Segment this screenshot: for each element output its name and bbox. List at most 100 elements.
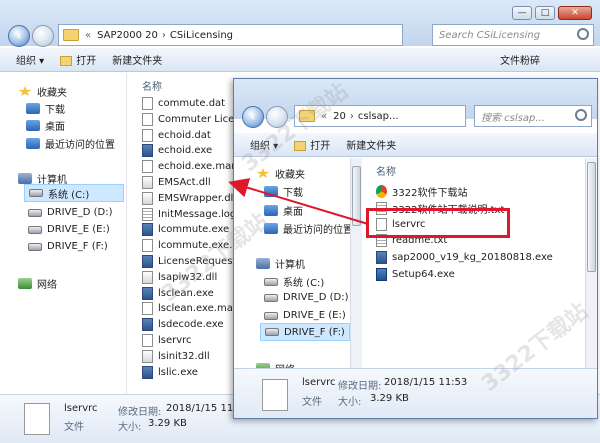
file-icon bbox=[142, 286, 153, 300]
shred-button[interactable]: 文件粉碎 bbox=[500, 52, 540, 67]
file-icon bbox=[142, 144, 153, 158]
file-icon bbox=[142, 223, 153, 237]
nav-drive-c[interactable]: 系统 (C:) bbox=[264, 274, 324, 289]
list-item[interactable]: commute.dat bbox=[142, 97, 225, 110]
list-item[interactable]: 3322软件下载站 bbox=[376, 184, 467, 199]
file-scrollbar[interactable] bbox=[585, 158, 597, 368]
file-icon bbox=[376, 251, 387, 265]
name-column-header[interactable]: 名称 bbox=[376, 163, 396, 178]
breadcrumb-item[interactable]: cslsap... bbox=[358, 111, 399, 122]
file-name: InitMessage.log bbox=[158, 208, 237, 220]
back-arrow-icon[interactable]: ‹ bbox=[242, 106, 264, 128]
nav-recent[interactable]: 最近访问的位置 bbox=[264, 221, 353, 236]
file-name: sap2000_v19_kg_20180818.exe bbox=[392, 252, 553, 264]
organize-menu[interactable]: 组织 ▾ bbox=[16, 52, 44, 67]
file-icon bbox=[142, 97, 153, 110]
list-item[interactable]: lservrc bbox=[142, 334, 192, 347]
file-icon bbox=[142, 112, 153, 126]
network-icon bbox=[18, 278, 32, 289]
front-details-pane: lservrc 修改日期: 2018/1/15 11:53 文件 大小: 3.2… bbox=[234, 368, 597, 418]
back-arrow-icon[interactable]: ‹ bbox=[8, 25, 30, 47]
nav-drive-d[interactable]: DRIVE_D (D:) bbox=[264, 292, 349, 303]
list-item[interactable]: InitMessage.log bbox=[142, 207, 237, 221]
file-name: lsinit32.dll bbox=[158, 350, 210, 362]
file-icon bbox=[142, 160, 153, 174]
details-modified-label: 修改日期: bbox=[338, 381, 382, 392]
file-icon bbox=[262, 379, 288, 411]
list-item[interactable]: lsinit32.dll bbox=[142, 349, 210, 363]
back-command-bar: 组织 ▾ 打开 新建文件夹 文件粉碎 bbox=[0, 48, 600, 72]
nav-desktop[interactable]: 桌面 bbox=[26, 118, 65, 133]
list-item[interactable]: lslic.exe bbox=[142, 365, 198, 379]
nav-downloads[interactable]: 下载 bbox=[264, 184, 303, 199]
file-icon bbox=[376, 268, 387, 281]
details-type: 文件 bbox=[64, 422, 84, 433]
details-modified: 2018/1/15 11:53 bbox=[384, 377, 468, 388]
nav-computer[interactable]: 计算机 bbox=[256, 256, 305, 271]
file-icon bbox=[142, 128, 153, 142]
drive-icon bbox=[264, 311, 278, 320]
name-column-header[interactable]: 名称 bbox=[142, 78, 162, 93]
back-address-bar[interactable]: « SAP2000 20 › CSiLicensing bbox=[58, 24, 403, 46]
file-name: EMSAct.dll bbox=[158, 177, 211, 188]
file-name: lsdecode.exe bbox=[158, 319, 224, 331]
file-name: lslic.exe bbox=[158, 366, 198, 378]
open-button[interactable]: 打开 bbox=[60, 52, 96, 67]
drive-icon bbox=[28, 225, 42, 234]
nav-drive-d[interactable]: DRIVE_D (D:) bbox=[28, 207, 113, 218]
file-name: lservrc bbox=[158, 335, 192, 346]
nav-favorites[interactable]: 收藏夹 bbox=[18, 84, 67, 99]
details-size: 3.29 KB bbox=[148, 418, 187, 429]
nav-desktop[interactable]: 桌面 bbox=[264, 203, 303, 218]
desktop-icon bbox=[264, 205, 278, 216]
nav-scrollbar[interactable] bbox=[350, 158, 362, 368]
back-search-input[interactable]: Search CSiLicensing bbox=[432, 24, 594, 46]
close-button[interactable]: ✕ bbox=[558, 6, 592, 20]
minimize-button[interactable]: — bbox=[512, 6, 532, 20]
list-item[interactable]: echoid.exe bbox=[142, 144, 212, 158]
file-icon bbox=[142, 191, 153, 205]
nav-drive-e[interactable]: DRIVE_E (E:) bbox=[264, 310, 346, 321]
file-icon bbox=[142, 318, 153, 332]
details-modified-label: 修改日期: bbox=[118, 407, 162, 418]
recent-icon bbox=[26, 138, 40, 149]
nav-drive-e[interactable]: DRIVE_E (E:) bbox=[28, 224, 110, 235]
list-item[interactable]: EMSWrapper.dll bbox=[142, 191, 237, 205]
details-filename: lservrc bbox=[64, 403, 98, 414]
details-size: 3.29 KB bbox=[370, 393, 409, 404]
breadcrumb-item[interactable]: CSiLicensing bbox=[170, 30, 233, 41]
new-folder-button[interactable]: 新建文件夹 bbox=[346, 137, 396, 152]
list-item[interactable]: Setup64.exe bbox=[376, 268, 455, 281]
pane-divider bbox=[126, 73, 127, 395]
drive-icon bbox=[264, 277, 278, 286]
star-icon bbox=[18, 86, 32, 97]
nav-recent[interactable]: 最近访问的位置 bbox=[26, 136, 115, 151]
new-folder-button[interactable]: 新建文件夹 bbox=[112, 52, 162, 67]
downloads-icon bbox=[26, 103, 40, 114]
list-item[interactable]: EMSAct.dll bbox=[142, 176, 211, 189]
computer-icon bbox=[18, 173, 32, 184]
nav-downloads[interactable]: 下载 bbox=[26, 101, 65, 116]
file-icon bbox=[142, 334, 153, 347]
file-icon bbox=[142, 239, 153, 253]
list-item[interactable]: lsdecode.exe bbox=[142, 318, 224, 332]
breadcrumb-item[interactable]: SAP2000 20 bbox=[97, 30, 158, 41]
file-icon bbox=[24, 403, 50, 435]
nav-drive-c[interactable]: 系统 (C:) bbox=[24, 184, 124, 202]
nav-drive-f[interactable]: DRIVE_F (F:) bbox=[28, 241, 108, 252]
file-name: EMSWrapper.dll bbox=[158, 192, 237, 204]
nav-drive-f[interactable]: DRIVE_F (F:) bbox=[260, 323, 350, 341]
forward-arrow-icon[interactable]: › bbox=[32, 25, 54, 47]
drive-icon bbox=[29, 189, 43, 197]
file-icon bbox=[142, 176, 153, 189]
file-name: 3322软件下载站 bbox=[392, 188, 468, 199]
list-item[interactable]: sap2000_v19_kg_20180818.exe bbox=[376, 251, 553, 265]
file-icon bbox=[142, 270, 153, 284]
nav-network[interactable]: 网络 bbox=[18, 276, 57, 291]
maximize-button[interactable]: □ bbox=[535, 6, 555, 20]
desktop-icon bbox=[26, 120, 40, 131]
downloads-icon bbox=[264, 186, 278, 197]
file-icon bbox=[142, 302, 153, 316]
list-item[interactable]: echoid.dat bbox=[142, 128, 211, 142]
front-search-input[interactable]: 搜索 cslsap... bbox=[474, 105, 592, 127]
